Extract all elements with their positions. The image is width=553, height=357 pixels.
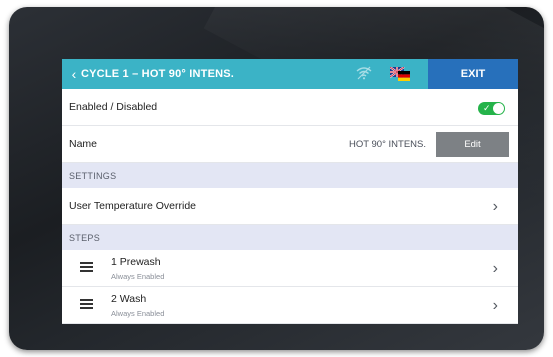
- settings-item-label: User Temperature Override: [69, 200, 197, 212]
- enabled-label: Enabled / Disabled: [69, 101, 158, 113]
- chevron-right-icon: ›: [492, 198, 498, 215]
- name-label: Name: [69, 138, 98, 150]
- top-bar: ‹ CYCLE 1 – HOT 90° INTENS. EXIT: [62, 59, 518, 89]
- page-title: CYCLE 1 – HOT 90° INTENS.: [81, 68, 235, 80]
- chevron-right-icon: ›: [492, 260, 498, 277]
- exit-button[interactable]: EXIT: [428, 59, 518, 89]
- name-value: HOT 90° INTENS.: [348, 139, 426, 150]
- chevron-right-icon: ›: [492, 297, 498, 314]
- step-item-prewash[interactable]: 1 Prewash Always Enabled ›: [62, 250, 518, 287]
- device-bezel: ‹ CYCLE 1 – HOT 90° INTENS. EXIT Enabled…: [9, 7, 544, 350]
- settings-item-user-temperature-override[interactable]: User Temperature Override ›: [62, 188, 518, 225]
- chevron-left-icon[interactable]: ‹: [67, 59, 81, 89]
- step-title: 2 Wash: [111, 293, 147, 305]
- settings-section-header: SETTINGS: [62, 163, 518, 188]
- wifi-icon: [356, 66, 372, 80]
- edit-button[interactable]: Edit: [436, 132, 509, 157]
- language-flag-icon[interactable]: [390, 67, 410, 81]
- touch-screen: ‹ CYCLE 1 – HOT 90° INTENS. EXIT Enabled…: [62, 59, 518, 324]
- name-row: Name HOT 90° INTENS. Edit: [62, 126, 518, 163]
- step-item-wash[interactable]: 2 Wash Always Enabled ›: [62, 287, 518, 324]
- step-subtitle: Always Enabled: [111, 272, 165, 281]
- checkmark-icon: ✓: [483, 103, 491, 113]
- toggle-knob: [493, 103, 504, 114]
- steps-section-header: STEPS: [62, 225, 518, 250]
- step-title: 1 Prewash: [111, 256, 161, 268]
- enabled-row: Enabled / Disabled ✓: [62, 89, 518, 126]
- enabled-toggle[interactable]: ✓: [478, 102, 505, 115]
- step-subtitle: Always Enabled: [111, 309, 165, 318]
- drag-handle-icon[interactable]: [80, 299, 93, 309]
- drag-handle-icon[interactable]: [80, 262, 93, 272]
